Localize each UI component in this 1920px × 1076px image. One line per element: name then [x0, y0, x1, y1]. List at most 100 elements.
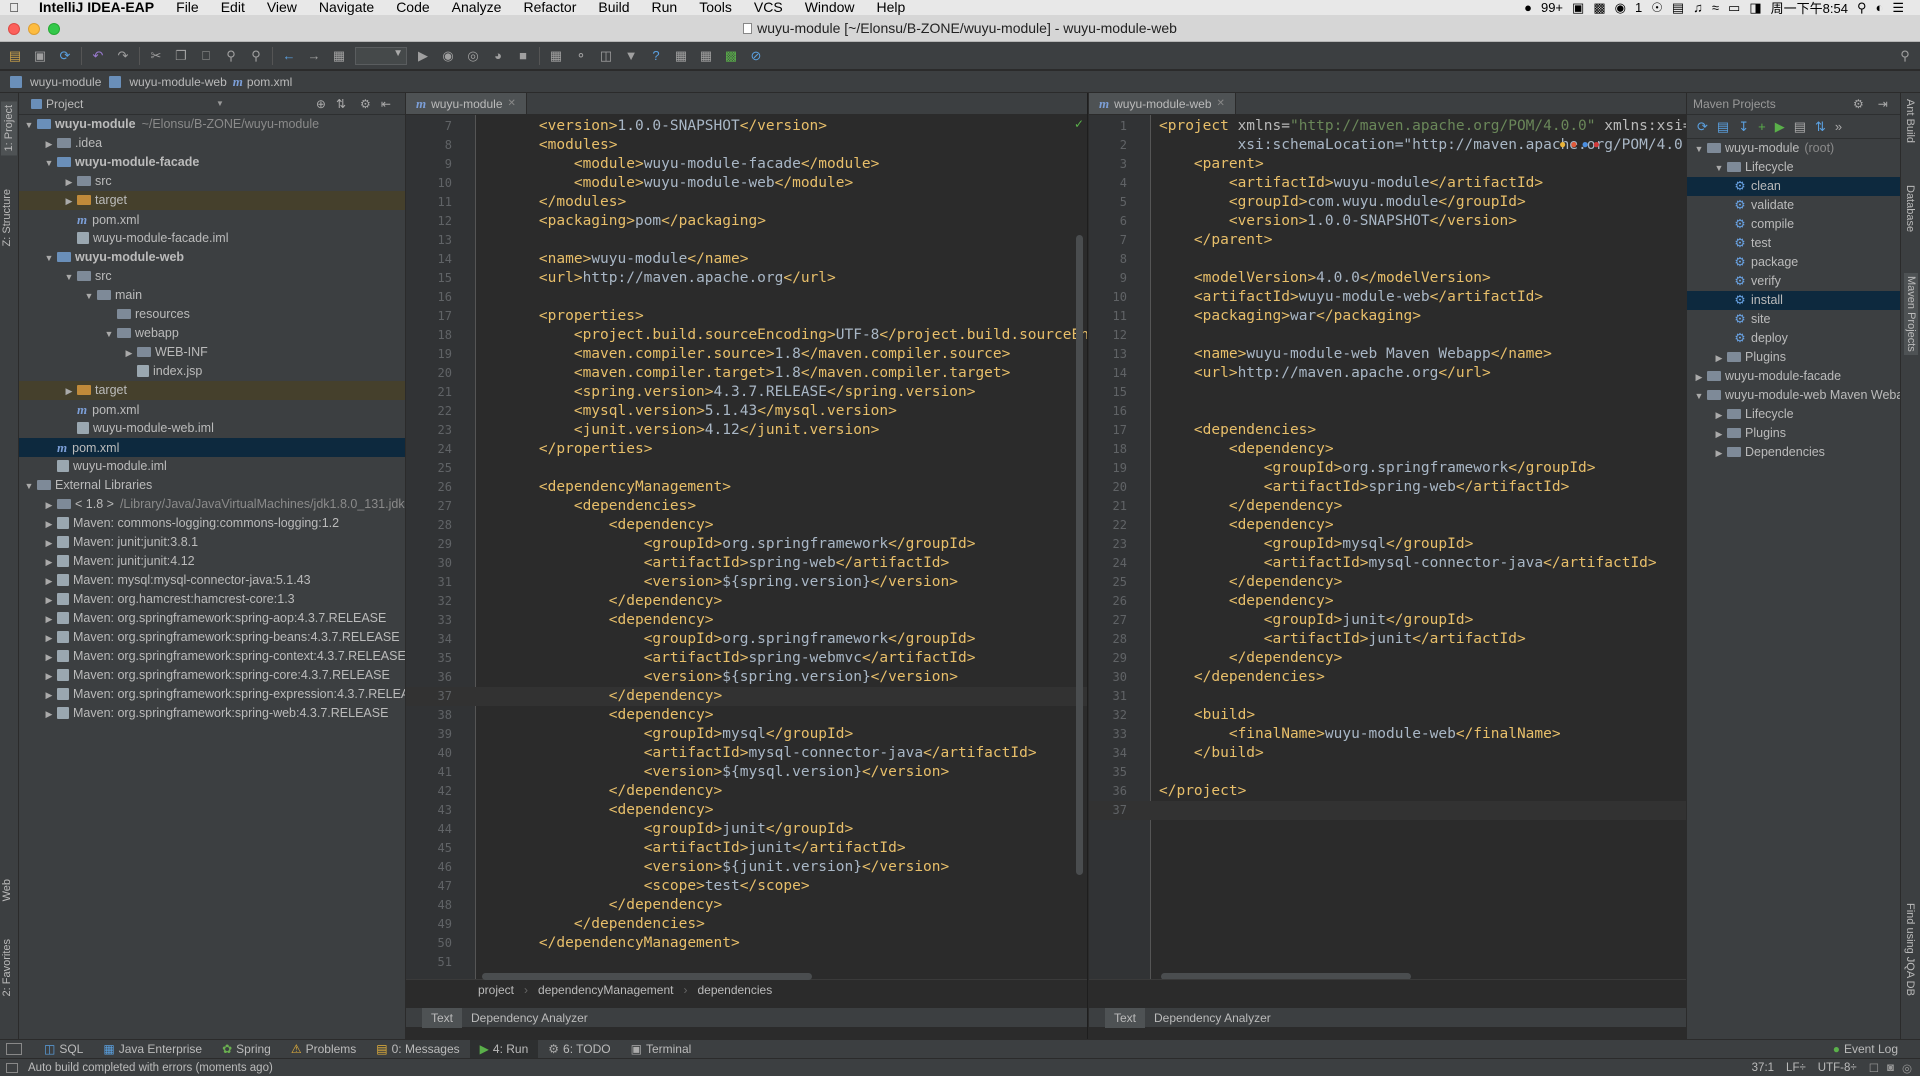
- project-tree-item[interactable]: ▶ Maven: junit:junit:4.12: [19, 552, 405, 571]
- expanded-arrow-icon[interactable]: ▼: [23, 116, 35, 135]
- xml-crumb[interactable]: dependencyManagement: [538, 983, 673, 997]
- notification-bell-icon[interactable]: ●: [1524, 0, 1532, 15]
- status-message[interactable]: Auto build completed with errors (moment…: [28, 1062, 273, 1074]
- code-line[interactable]: </dependency>: [504, 687, 723, 706]
- expanded-arrow-icon[interactable]: ▼: [1713, 159, 1725, 178]
- tab-text[interactable]: Text: [1105, 1007, 1146, 1028]
- collapsed-arrow-icon[interactable]: ▶: [43, 591, 55, 610]
- run-configuration-select[interactable]: ▼: [355, 46, 407, 65]
- wechat-icon[interactable]: ◉: [1615, 0, 1626, 15]
- screen-icon[interactable]: ◨: [1749, 0, 1761, 15]
- maximize-window-button[interactable]: [48, 23, 60, 35]
- code-line[interactable]: <artifactId>wuyu-module</artifactId>: [1159, 174, 1543, 193]
- code-line[interactable]: <artifactId>spring-web</artifactId>: [1159, 478, 1570, 497]
- code-line[interactable]: </dependency>: [1159, 573, 1343, 592]
- project-structure-icon[interactable]: ◫: [597, 47, 615, 65]
- nav-crumb-module[interactable]: wuyu-module: [8, 75, 101, 89]
- collapsed-arrow-icon[interactable]: ▶: [123, 344, 135, 363]
- code-line[interactable]: <build>: [1159, 706, 1255, 725]
- vcs-icon[interactable]: ▦: [547, 47, 565, 65]
- project-tree-item[interactable]: ▶ Maven: org.springframework:spring-expre…: [19, 685, 405, 704]
- download-icon[interactable]: ↧: [1738, 119, 1749, 135]
- code-line[interactable]: </dependency>: [504, 592, 723, 611]
- database-tool-tab[interactable]: Database: [1904, 185, 1916, 232]
- code-line[interactable]: <groupId>mysql</groupId>: [1159, 535, 1474, 554]
- menu-code[interactable]: Code: [385, 0, 440, 15]
- code-line[interactable]: <groupId>org.springframework</groupId>: [1159, 459, 1596, 478]
- collapsed-arrow-icon[interactable]: ▶: [1693, 368, 1705, 387]
- maven-tree-item[interactable]: ▶ wuyu-module-facade: [1687, 367, 1900, 386]
- code-line[interactable]: <version>${mysql.version}</version>: [504, 763, 950, 782]
- project-tree-item[interactable]: ▶ target: [19, 191, 405, 210]
- project-tree-item[interactable]: wuyu-module-facade.iml: [19, 229, 405, 248]
- code-area-right[interactable]: 1 <project xmlns="http://maven.apache.org…: [1089, 115, 1686, 979]
- code-line[interactable]: <dependency>: [1159, 592, 1334, 611]
- dropdown-arrow-icon[interactable]: ▼: [216, 99, 224, 108]
- close-window-button[interactable]: [8, 23, 20, 35]
- plugin-icon[interactable]: ▦: [672, 47, 690, 65]
- inspection-ok-icon[interactable]: ✓: [1074, 117, 1084, 131]
- collapsed-arrow-icon[interactable]: ▶: [43, 135, 55, 154]
- maven-projects-tool-tab[interactable]: Maven Projects: [1904, 273, 1918, 355]
- project-tree-item[interactable]: ▶ Maven: org.hamcrest:hamcrest-core:1.3: [19, 590, 405, 609]
- menu-edit[interactable]: Edit: [210, 0, 256, 15]
- tool-sql[interactable]: ◫ SQL: [34, 1040, 93, 1059]
- siri-icon[interactable]: ◐: [1875, 0, 1883, 15]
- code-line[interactable]: <version>${spring.version}</version>: [504, 573, 958, 592]
- maven-tree-item[interactable]: ⚙ deploy: [1687, 329, 1900, 348]
- code-line[interactable]: <groupId>mysql</groupId>: [504, 725, 854, 744]
- memory-icon[interactable]: ◎: [1902, 1061, 1912, 1075]
- nav-crumb-file[interactable]: m pom.xml: [233, 74, 292, 90]
- tab-text[interactable]: Text: [422, 1007, 463, 1028]
- caret-position[interactable]: 37:1: [1752, 1062, 1774, 1074]
- collapsed-arrow-icon[interactable]: ▶: [43, 629, 55, 648]
- menu-vcs[interactable]: VCS: [743, 0, 794, 15]
- project-tree-item[interactable]: ▶ Maven: org.springframework:spring-web:4…: [19, 704, 405, 723]
- tool-problems[interactable]: ⚠ Problems: [281, 1040, 366, 1059]
- code-line[interactable]: <groupId>org.springframework</groupId>: [504, 630, 976, 649]
- xml-crumb[interactable]: dependencies: [697, 983, 772, 997]
- horizontal-scrollbar[interactable]: [482, 973, 812, 980]
- code-line[interactable]: <artifactId>spring-web</artifactId>: [504, 554, 950, 573]
- code-line[interactable]: <properties>: [504, 307, 644, 326]
- maven-tree-item[interactable]: ⚙ verify: [1687, 272, 1900, 291]
- project-tree-item[interactable]: ▼ wuyu-module ~/Elonsu/B-ZONE/wuyu-module: [19, 115, 405, 134]
- code-line[interactable]: <dependencies>: [504, 497, 696, 516]
- expanded-arrow-icon[interactable]: ▼: [23, 477, 35, 496]
- maven-tree-item[interactable]: ⚙ install: [1687, 291, 1900, 310]
- copy-icon[interactable]: ❐: [172, 47, 190, 65]
- web-tool-tab[interactable]: Web: [1, 879, 13, 901]
- code-line[interactable]: <finalName>wuyu-module-web</finalName>: [1159, 725, 1561, 744]
- project-tree-item[interactable]: m pom.xml: [19, 210, 405, 229]
- search-everywhere-icon[interactable]: ⚲: [1896, 47, 1914, 65]
- safari-icon[interactable]: ●: [1582, 137, 1593, 151]
- code-line[interactable]: <groupId>org.springframework</groupId>: [504, 535, 976, 554]
- menu-build[interactable]: Build: [587, 0, 640, 15]
- collapsed-arrow-icon[interactable]: ▶: [43, 553, 55, 572]
- code-line[interactable]: <maven.compiler.source>1.8</maven.compil…: [504, 345, 1011, 364]
- menu-refactor[interactable]: Refactor: [512, 0, 587, 15]
- code-line[interactable]: <artifactId>spring-webmvc</artifactId>: [504, 649, 976, 668]
- project-tree-item[interactable]: index.jsp: [19, 362, 405, 381]
- code-area-left[interactable]: 7 <version>1.0.0-SNAPSHOT</version> 8 <mo…: [406, 115, 1087, 979]
- code-line[interactable]: <module>wuyu-module-web</module>: [504, 174, 853, 193]
- vertical-scrollbar[interactable]: [1076, 235, 1083, 875]
- cut-icon[interactable]: ✂: [147, 47, 165, 65]
- menu-navigate[interactable]: Navigate: [308, 0, 385, 15]
- clock[interactable]: 周一下午8:54: [1771, 0, 1848, 15]
- run-maven-goal-icon[interactable]: ▶: [1775, 119, 1785, 135]
- help-icon[interactable]: ?: [647, 47, 665, 65]
- code-line[interactable]: <url>http://maven.apache.org</url>: [1159, 364, 1491, 383]
- maven-tree-item[interactable]: ⚙ compile: [1687, 215, 1900, 234]
- code-line[interactable]: <dependency>: [504, 801, 714, 820]
- menu-app-name[interactable]: IntelliJ IDEA-EAP: [28, 0, 165, 15]
- collapsed-arrow-icon[interactable]: ▶: [43, 610, 55, 629]
- toggle-tool-windows-icon[interactable]: [6, 1043, 22, 1055]
- code-line[interactable]: <packaging>pom</packaging>: [504, 212, 766, 231]
- project-tree-item[interactable]: wuyu-module.iml: [19, 457, 405, 476]
- toggle-offline-icon[interactable]: ⇅: [1815, 119, 1826, 135]
- project-tree-item[interactable]: m pom.xml: [19, 400, 405, 419]
- chrome-icon[interactable]: ●: [1559, 137, 1570, 151]
- minimize-window-button[interactable]: [28, 23, 40, 35]
- tool-spring[interactable]: ✿ Spring: [212, 1040, 281, 1059]
